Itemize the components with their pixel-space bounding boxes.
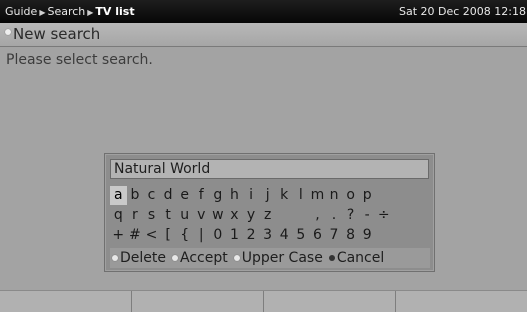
keyboard-key[interactable]: f <box>193 186 210 205</box>
page-title: New search <box>13 25 101 43</box>
keyboard-key[interactable]: v <box>193 206 210 225</box>
keyboard-key[interactable]: n <box>326 186 343 205</box>
keyboard-key[interactable]: - <box>359 206 376 225</box>
breadcrumb-search[interactable]: Search <box>47 5 85 18</box>
keyboard-key[interactable]: { <box>176 226 193 245</box>
keyboard-key[interactable]: y <box>243 206 260 225</box>
keyboard-key[interactable]: e <box>176 186 193 205</box>
bullet-icon <box>5 29 11 35</box>
keyboard-key[interactable]: 5 <box>293 226 310 245</box>
header-bar: Guide ▶ Search ▶ TV list Sat 20 Dec 2008 12:… <box>0 0 527 23</box>
onscreen-keyboard: Natural World abcdefghijklmnop qrstuvwxy… <box>104 153 435 272</box>
keyboard-key[interactable]: | <box>193 226 210 245</box>
keyboard-key[interactable]: w <box>210 206 227 225</box>
keyboard-key[interactable]: d <box>160 186 177 205</box>
keyboard-key[interactable]: # <box>127 226 144 245</box>
keyboard-row: qrstuvwxyz ,.? - ÷ <box>110 206 430 225</box>
keyboard-key[interactable]: p <box>359 186 376 205</box>
prompt-text: Please select search. <box>6 52 153 68</box>
delete-button[interactable]: Delete <box>112 250 166 266</box>
keyboard-key[interactable]: t <box>160 206 177 225</box>
keyboard-key[interactable]: [ <box>160 226 177 245</box>
button-dot-icon <box>328 255 335 261</box>
keyboard-key[interactable]: s <box>143 206 160 225</box>
bottom-bar <box>0 290 527 312</box>
keyboard-row: abcdefghijklmnop <box>110 186 430 205</box>
keyboard-key[interactable]: 7 <box>326 226 343 245</box>
breadcrumb-separator-icon: ▶ <box>39 8 46 17</box>
button-dot-icon <box>172 255 178 261</box>
accept-label: Accept <box>180 250 228 266</box>
bottom-bar-segment <box>264 291 396 312</box>
breadcrumb-separator-icon: ▶ <box>87 8 94 17</box>
keyboard-key[interactable]: < <box>143 226 160 245</box>
cancel-button[interactable]: Cancel <box>328 250 385 266</box>
breadcrumb-tv-list: TV list <box>95 5 135 18</box>
keyboard-key[interactable]: b <box>127 186 144 205</box>
keyboard-key[interactable]: . <box>326 206 343 225</box>
title-bar: New search <box>0 23 527 47</box>
bottom-bar-segment <box>396 291 527 312</box>
keyboard-key[interactable]: + <box>110 226 127 245</box>
keyboard-key[interactable]: z <box>259 206 276 225</box>
keyboard-key[interactable]: ? <box>342 206 359 225</box>
search-input[interactable]: Natural World <box>110 159 429 179</box>
keyboard-key[interactable]: h <box>226 186 243 205</box>
keyboard-row: + # <[{| 0 1 2 3 4 5 6 7 8 9 <box>110 226 430 245</box>
keyboard-key[interactable]: a <box>110 186 127 205</box>
keyboard-key[interactable] <box>276 206 293 225</box>
keyboard-key[interactable]: r <box>127 206 144 225</box>
keyboard-key[interactable]: 3 <box>259 226 276 245</box>
upper-case-button[interactable]: Upper Case <box>233 250 323 266</box>
keyboard-key[interactable]: 8 <box>342 226 359 245</box>
keyboard-key[interactable]: 2 <box>243 226 260 245</box>
cancel-label: Cancel <box>336 250 385 266</box>
keyboard-key[interactable]: j <box>259 186 276 205</box>
keyboard-key[interactable]: i <box>243 186 260 205</box>
keyboard-key[interactable]: ÷ <box>376 206 393 225</box>
keyboard-key[interactable]: 4 <box>276 226 293 245</box>
keyboard-key[interactable]: c <box>143 186 160 205</box>
keyboard-legend: Delete Accept Upper Case Cancel <box>110 248 430 268</box>
datetime: Sat 20 Dec 2008 12:18 <box>399 5 526 18</box>
keyboard-key[interactable] <box>293 206 310 225</box>
keyboard-key[interactable]: o <box>342 186 359 205</box>
keyboard-key[interactable]: l <box>293 186 310 205</box>
keyboard-key[interactable]: g <box>210 186 227 205</box>
keyboard-key[interactable]: q <box>110 206 127 225</box>
keyboard-key[interactable]: x <box>226 206 243 225</box>
keyboard-key[interactable]: 0 <box>210 226 227 245</box>
bottom-bar-segment <box>0 291 132 312</box>
delete-label: Delete <box>120 250 166 266</box>
accept-button[interactable]: Accept <box>172 250 228 266</box>
keyboard-key[interactable]: k <box>276 186 293 205</box>
keyboard-key[interactable]: u <box>176 206 193 225</box>
keyboard-key[interactable]: m <box>309 186 326 205</box>
breadcrumb: Guide ▶ Search ▶ TV list <box>5 5 135 18</box>
bottom-bar-segment <box>132 291 264 312</box>
button-dot-icon <box>112 255 118 261</box>
keyboard-key[interactable]: 1 <box>226 226 243 245</box>
keyboard-key[interactable]: 9 <box>359 226 376 245</box>
breadcrumb-guide[interactable]: Guide <box>5 5 37 18</box>
button-dot-icon <box>233 255 240 261</box>
upper-case-label: Upper Case <box>241 250 323 266</box>
keyboard-key[interactable]: 6 <box>309 226 326 245</box>
keyboard-key[interactable]: , <box>309 206 326 225</box>
